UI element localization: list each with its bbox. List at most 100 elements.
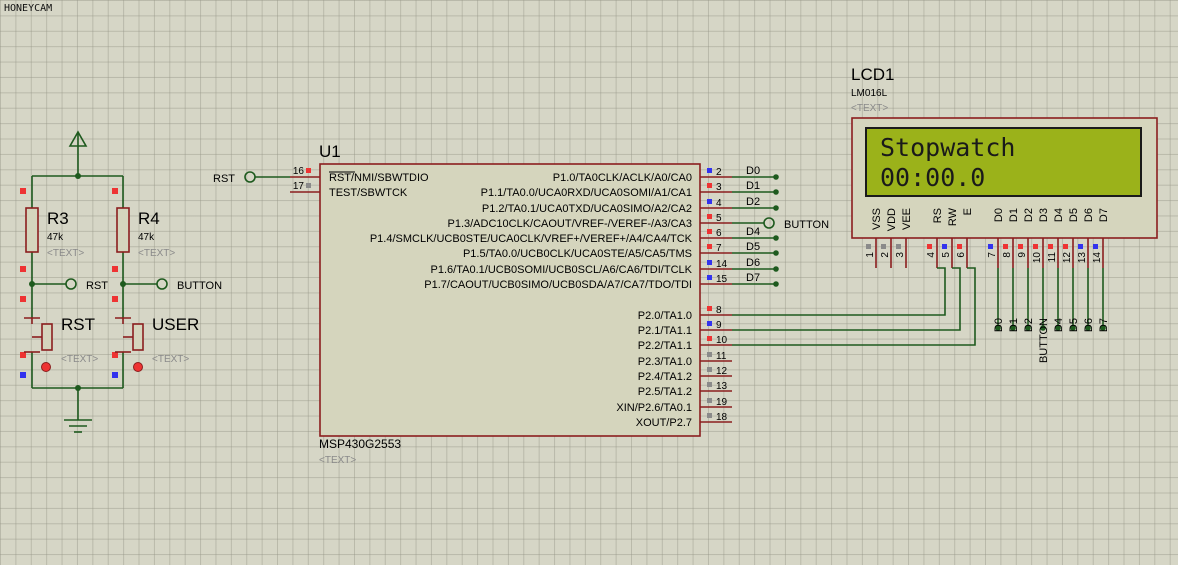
lcd-net-label: D5 xyxy=(1068,318,1080,332)
lcd-control-wires xyxy=(732,267,976,346)
mcu-pin-name: XOUT/P2.7 xyxy=(636,417,692,429)
lcd-pin-name: D5 xyxy=(1068,208,1080,222)
bus-net-label: D6 xyxy=(746,257,760,269)
lcd-part: LM016L xyxy=(851,88,888,99)
mcu-text-placeholder: <TEXT> xyxy=(319,455,356,466)
pin-state-marker xyxy=(1033,244,1038,249)
pin-state-marker xyxy=(881,244,886,249)
rst-input-terminal-icon[interactable] xyxy=(244,171,256,183)
lcd-pin-number: 2 xyxy=(880,252,891,258)
r4-ref: R4 xyxy=(138,209,160,228)
pin-state-marker xyxy=(707,336,712,341)
lcd-pin-number: 11 xyxy=(1047,252,1058,263)
lcd-lm016l[interactable]: LCD1 LM016L <TEXT> Stopwatch 00:00.0 1 VS… xyxy=(851,65,1158,363)
pin-state-marker xyxy=(707,306,712,311)
mcu-pin-number: 12 xyxy=(716,366,728,377)
mcu-pin-number: 6 xyxy=(716,228,722,239)
lcd-pin-name: D4 xyxy=(1053,208,1065,222)
pin-state-marker xyxy=(1018,244,1023,249)
mcu-pin-number: 16 xyxy=(293,166,305,177)
user-button-actuator-icon[interactable] xyxy=(133,362,143,372)
lcd-net-label: D7 xyxy=(1098,318,1110,332)
button-net-terminal-icon[interactable] xyxy=(156,278,168,290)
lcd-ref: LCD1 xyxy=(851,65,894,84)
bus-junction xyxy=(773,235,779,241)
pin-state-marker xyxy=(707,321,712,326)
button-mcu-terminal-icon[interactable] xyxy=(763,217,775,229)
mcu-pin-number: 13 xyxy=(716,381,728,392)
pin-state-marker xyxy=(1093,244,1098,249)
mcu-pin-name: P2.3/TA1.0 xyxy=(638,356,692,368)
lcd-pin-number: 14 xyxy=(1092,252,1103,264)
bus-net-label: D0 xyxy=(746,165,760,177)
lcd-net-label: D1 xyxy=(1008,318,1020,332)
user-pushbutton[interactable] xyxy=(115,317,144,353)
mcu-pin-name: P1.4/SMCLK/UCB0STE/UCA0CLK/VREF+/VEREF+/… xyxy=(370,233,693,245)
pin-state-marker xyxy=(866,244,871,249)
mcu-pin-name: P1.3/ADC10CLK/CAOUT/VREF-/VEREF-/A3/CA3 xyxy=(447,218,692,230)
mcu-pin-number: 18 xyxy=(716,412,728,423)
mcu-pin-number: 8 xyxy=(716,305,722,316)
mcu-pin-number: 15 xyxy=(716,274,728,285)
mcu-pin-name: P1.2/TA0.1/UCA0TXD/UCA0SIMO/A2/CA2 xyxy=(482,203,692,215)
pin-state-marker xyxy=(707,398,712,403)
rst-input-terminal[interactable]: RST xyxy=(213,171,290,185)
mcu-pin-name: P2.0/TA1.0 xyxy=(638,310,692,322)
mcu-pin-number: 9 xyxy=(716,320,722,331)
bus-junction xyxy=(773,174,779,180)
lcd-pin-number: 3 xyxy=(895,252,906,258)
mcu-pin-number: 5 xyxy=(716,213,722,224)
schematic-canvas: HONEYCAM R3 47k <TEXT> R4 47k <TEXT> RST… xyxy=(4,3,1158,466)
button-mcu-terminal-label: BUTTON xyxy=(784,219,829,231)
rst-net-label: RST xyxy=(86,280,108,292)
rst-net-terminal-icon[interactable] xyxy=(65,278,77,290)
rst-button-actuator-icon[interactable] xyxy=(41,362,51,372)
pin-state-marker xyxy=(1063,244,1068,249)
mcu-pin-name: XIN/P2.6/TA0.1 xyxy=(616,402,692,414)
lcd-pin-name: D7 xyxy=(1098,208,1110,222)
pin-state-marker xyxy=(707,199,712,204)
reset-button-circuit[interactable]: R3 47k <TEXT> R4 47k <TEXT> RST BUTTON R… xyxy=(20,130,222,433)
lcd-pin-number: 6 xyxy=(956,252,967,258)
pin-state-marker xyxy=(1078,244,1083,249)
lcd-pin-name: D1 xyxy=(1008,208,1020,222)
lcd-net-label: D4 xyxy=(1053,318,1065,332)
mcu-pin-name: P1.6/TA0.1/UCB0SOMI/UCB0SCL/A6/CA6/TDI/T… xyxy=(431,264,693,276)
pin-state-marker xyxy=(306,183,311,188)
lcd-pin-name: VEE xyxy=(901,208,913,230)
mcu-pin-number: 7 xyxy=(716,243,722,254)
pin-state-marker xyxy=(707,183,712,188)
ground-icon[interactable] xyxy=(64,419,92,433)
lcd-pin-name: D3 xyxy=(1038,208,1050,222)
lcd-pin-number: 1 xyxy=(865,252,876,258)
pin-state-marker xyxy=(1048,244,1053,249)
bus-junction xyxy=(773,189,779,195)
r4-body[interactable] xyxy=(116,207,130,253)
lcd-net-label: BUTTON xyxy=(1038,318,1050,363)
r4-value: 47k xyxy=(138,232,155,243)
r3-body[interactable] xyxy=(25,207,39,253)
bus-net-label: D7 xyxy=(746,272,760,284)
mcu-msp430g2553[interactable]: U1 MSP430G2553 <TEXT> 16 RST/NMI/SBWTDIO 1… xyxy=(290,142,732,466)
lcd-pin-number: 7 xyxy=(987,252,998,258)
lcd-pin-number: 10 xyxy=(1032,252,1043,264)
mcu-pin-name: P1.1/TA0.0/UCA0RXD/UCA0SOMI/A1/CA1 xyxy=(481,187,692,199)
bus-net-label: D4 xyxy=(746,226,760,238)
mcu-ref: U1 xyxy=(319,142,341,161)
lcd-net-label: D2 xyxy=(1023,318,1035,332)
power-terminal-icon[interactable] xyxy=(68,130,88,147)
rst-input-label: RST xyxy=(213,173,235,185)
mcu-pin-number: 10 xyxy=(716,335,728,346)
lcd-pin-number: 12 xyxy=(1062,252,1073,264)
lcd-pin-number: 9 xyxy=(1017,252,1028,258)
r3-ref: R3 xyxy=(47,209,69,228)
mcu-pin-name: P2.1/TA1.1 xyxy=(638,325,692,337)
lcd-pin-name: VDD xyxy=(886,208,898,231)
button-net-label: BUTTON xyxy=(177,280,222,292)
rst-pushbutton[interactable] xyxy=(24,317,53,353)
user-button-ref: USER xyxy=(152,315,199,334)
lcd-pin-name: RS xyxy=(932,208,944,223)
mcu-pin-name: P2.4/TA1.2 xyxy=(638,371,692,383)
bus-junction xyxy=(773,205,779,211)
pin-state-marker xyxy=(306,168,311,173)
